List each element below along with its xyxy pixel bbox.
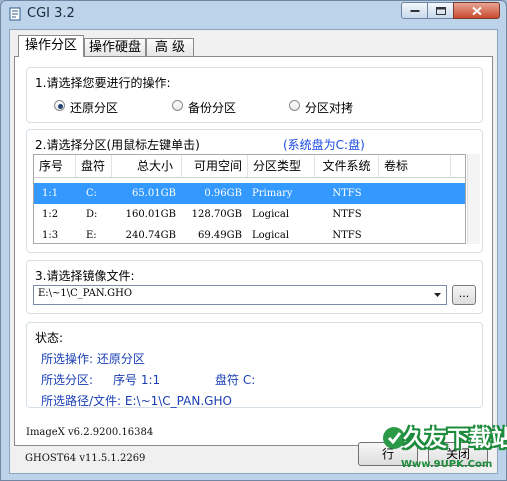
column-header-volume[interactable]: 卷标: [379, 155, 451, 177]
column-header-drive[interactable]: 盘符: [76, 155, 112, 177]
table-header: 序号 盘符 总大小 可用空间 分区类型 文件系统 卷标: [34, 155, 465, 178]
close-window-button[interactable]: [453, 2, 500, 19]
status-path: 所选路径/文件: E:\~1\C_PAN.GHO: [41, 394, 232, 408]
imagex-version: ImageX v6.2.9200.16384: [26, 427, 154, 438]
app-window: CGI 3.2 操作分区 操作硬盘 高 级 1.请选择您要进行的操作: 还原分区: [0, 0, 507, 481]
window-title: CGI 3.2: [27, 6, 75, 21]
partition-table[interactable]: 序号 盘符 总大小 可用空间 分区类型 文件系统 卷标 1:1 C: 65.01…: [33, 154, 466, 244]
status-drive: 盘符 C:: [215, 373, 256, 387]
cell-index: 1:2: [42, 209, 59, 220]
cell-filesystem: NTFS: [332, 209, 362, 220]
watermark-url: Www.9UPK.Com: [401, 459, 493, 470]
cell-filesystem: NTFS: [332, 188, 362, 199]
table-row[interactable]: 1:2 D: 160.01GB 128.70GB Logical NTFS: [34, 204, 465, 225]
tab-advanced[interactable]: 高 级: [146, 38, 194, 56]
radio-label: 备份分区: [188, 101, 237, 115]
cell-drive: D:: [86, 209, 98, 220]
cell-drive: C:: [86, 188, 98, 199]
table-scrollbar[interactable]: [467, 154, 480, 244]
tab-partition-ops[interactable]: 操作分区: [18, 35, 84, 57]
app-icon: [9, 7, 21, 21]
cell-filesystem: NTFS: [332, 230, 362, 241]
cell-total: 65.01GB: [132, 188, 176, 199]
cell-index: 1:3: [42, 230, 59, 241]
column-header-type[interactable]: 分区类型: [248, 155, 315, 177]
minimize-button[interactable]: [401, 2, 428, 19]
cell-index: 1:1: [42, 188, 59, 199]
radio-selected-dot: [58, 104, 63, 109]
minimize-icon: [410, 9, 419, 12]
tab-panel: 1.请选择您要进行的操作: 还原分区 备份分区 分区对拷 2.请选择分区(用鼠标…: [14, 56, 493, 446]
image-file-group: 3.请选择镜像文件: E:\~1\C_PAN.GHO ...: [26, 260, 483, 314]
column-header-total[interactable]: 总大小: [112, 155, 182, 177]
image-file-label: 3.请选择镜像文件:: [35, 269, 135, 283]
client-area: 操作分区 操作硬盘 高 级 1.请选择您要进行的操作: 还原分区 备份分区 分区…: [9, 29, 498, 474]
cell-free: 69.49GB: [198, 230, 242, 241]
ghost-version: GHOST64 v11.5.1.2269: [25, 453, 146, 464]
system-disk-note: (系统盘为C:盘): [283, 138, 365, 152]
radio-circle: [54, 100, 65, 111]
image-file-value: E:\~1\C_PAN.GHO: [38, 288, 133, 299]
cell-drive: E:: [86, 230, 97, 241]
cell-free: 0.96GB: [204, 188, 242, 199]
image-file-combobox[interactable]: E:\~1\C_PAN.GHO: [33, 285, 447, 305]
close-icon: [471, 6, 482, 15]
partition-label: 2.请选择分区(用鼠标左键单击): [35, 138, 200, 152]
tab-disk-ops[interactable]: 操作硬盘: [84, 38, 146, 56]
maximize-icon: [435, 6, 446, 15]
column-header-filesystem[interactable]: 文件系统: [315, 155, 379, 177]
browse-button[interactable]: ...: [452, 285, 476, 305]
radio-label: 分区对拷: [305, 101, 354, 115]
cell-total: 240.74GB: [125, 230, 176, 241]
watermark-logo: 久友下载站 Www.9UPK.Com: [381, 417, 507, 481]
column-header-index[interactable]: 序号: [34, 155, 76, 177]
table-row[interactable]: 1:1 C: 65.01GB 0.96GB Primary NTFS: [34, 183, 465, 204]
status-label: 状态:: [35, 331, 64, 345]
status-operation: 所选操作: 还原分区: [41, 352, 145, 366]
chevron-down-icon[interactable]: [429, 286, 446, 304]
status-partition-id: 序号 1:1: [113, 373, 161, 387]
cell-free: 128.70GB: [191, 209, 242, 220]
operation-group: 1.请选择您要进行的操作: 还原分区 备份分区 分区对拷: [26, 67, 483, 123]
title-bar[interactable]: CGI 3.2: [1, 1, 506, 27]
operation-label: 1.请选择您要进行的操作:: [35, 76, 171, 90]
cell-total: 160.01GB: [125, 209, 176, 220]
status-partition-prefix: 所选分区:: [41, 373, 94, 387]
cell-type: Primary: [252, 188, 293, 199]
maximize-button[interactable]: [427, 2, 454, 19]
cell-type: Logical: [252, 230, 290, 241]
radio-circle: [172, 100, 183, 111]
watermark-title: 久友下载站: [403, 427, 507, 452]
radio-label: 还原分区: [70, 101, 119, 115]
partition-group: 2.请选择分区(用鼠标左键单击) (系统盘为C:盘) 序号 盘符 总大小 可用空…: [26, 129, 483, 253]
radio-circle: [289, 100, 300, 111]
status-group: 状态: 所选操作: 还原分区 所选分区: 序号 1:1 盘符 C: 所选路径/文…: [26, 322, 483, 408]
table-row[interactable]: 1:3 E: 240.74GB 69.49GB Logical NTFS: [34, 225, 465, 243]
cell-type: Logical: [252, 209, 290, 220]
column-header-free[interactable]: 可用空间: [182, 155, 248, 177]
